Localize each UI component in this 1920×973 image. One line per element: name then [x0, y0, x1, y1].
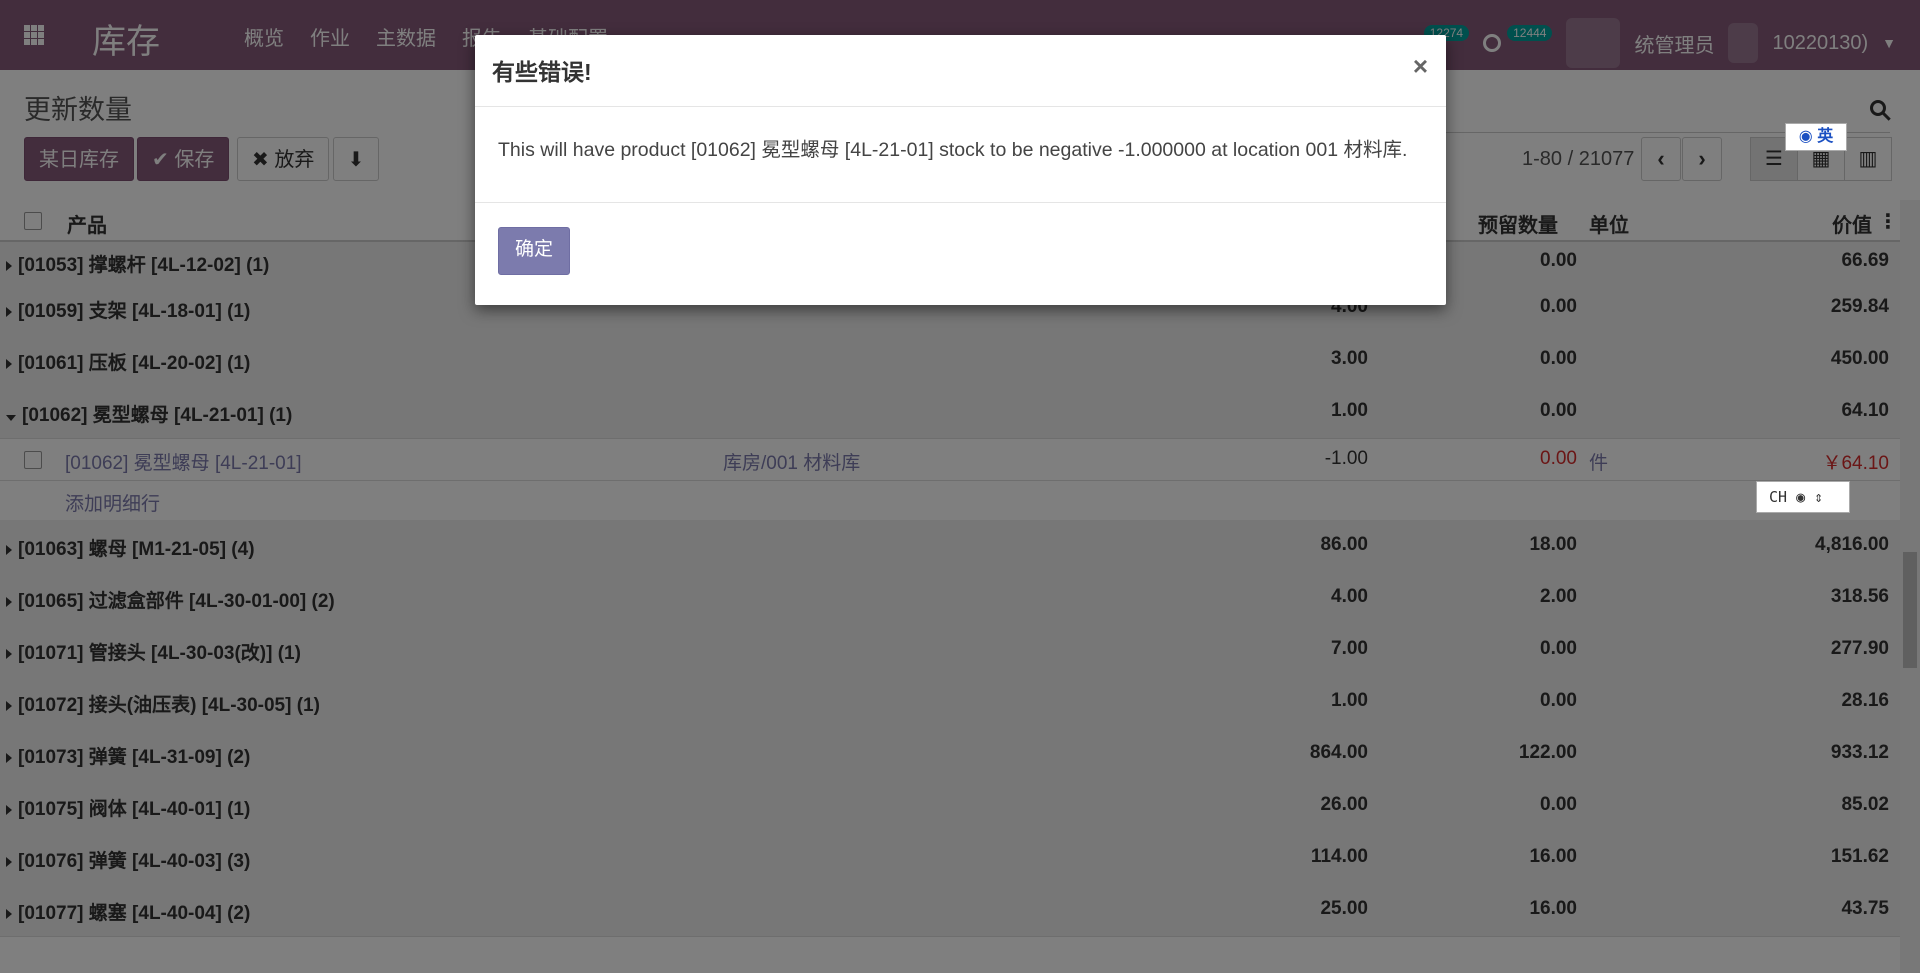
close-icon[interactable]: × [1413, 51, 1428, 82]
ime-toggle-icon[interactable]: ⇕ [1814, 488, 1823, 506]
ime-logo-icon: ◉ [1798, 128, 1813, 145]
ok-button[interactable]: 确定 [498, 227, 570, 275]
ime-language-label: 英 [1817, 128, 1834, 145]
ime-toolbar[interactable]: CH ◉ ⇕ [1756, 481, 1850, 513]
error-dialog: 有些错误! × This will have product [01062] 冕… [475, 35, 1446, 305]
dialog-title: 有些错误! [492, 59, 592, 85]
dialog-header: 有些错误! × [475, 35, 1446, 107]
dialog-footer [475, 202, 1446, 306]
ime-language-indicator[interactable]: ◉ 英 [1785, 123, 1847, 151]
ime-bar-label: CH [1769, 488, 1788, 506]
dialog-message: This will have product [01062] 冕型螺母 [4L-… [498, 139, 1408, 161]
ime-logo-icon: ◉ [1796, 488, 1806, 506]
